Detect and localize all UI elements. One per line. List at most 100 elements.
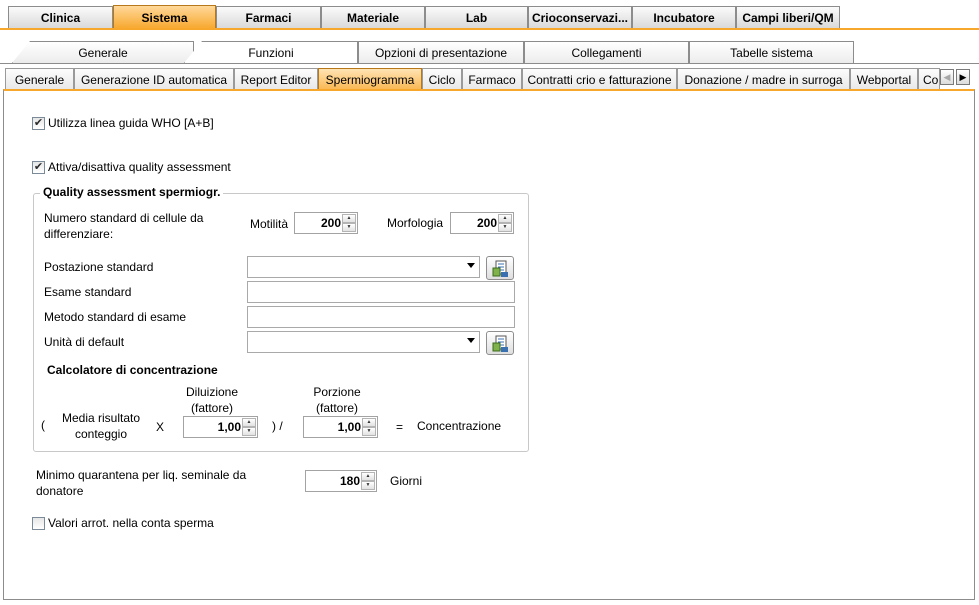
tab-label: Webportal: [856, 72, 912, 87]
tab-generale-section[interactable]: Generale: [12, 41, 194, 63]
exam-label: Esame standard: [44, 285, 132, 299]
tab-collegamenti[interactable]: Collegamenti: [524, 41, 689, 63]
stepper-arrows: ▲ ▼: [362, 418, 376, 436]
concentration-label: Concentrazione: [417, 419, 502, 433]
tab-clinica[interactable]: Clinica: [8, 6, 113, 28]
tab-label: Farmaco: [468, 72, 516, 87]
tab-label: Report Editor: [240, 72, 312, 87]
dilution-label-line2: (fattore): [190, 401, 233, 415]
tab-materiale[interactable]: Materiale: [321, 6, 425, 28]
stepper-arrows: ▲ ▼: [361, 472, 375, 490]
quality-assessment-checkbox[interactable]: ✔: [32, 161, 45, 174]
who-guideline-checkbox[interactable]: ✔: [32, 117, 45, 130]
quarantine-unit: Giorni: [390, 474, 423, 488]
tab-label: Contratti crio e fatturazione: [527, 72, 672, 87]
tab-label: Generale: [78, 45, 128, 60]
dilution-value: 1,00: [217, 420, 241, 434]
tab-farmaci[interactable]: Farmaci: [216, 6, 321, 28]
chevron-down-icon: [467, 263, 475, 268]
stepper-up-icon[interactable]: ▲: [342, 214, 356, 223]
tab-crioconservazione[interactable]: Crioconservazi...: [528, 6, 632, 28]
tab-donazione[interactable]: Donazione / madre in surroga: [677, 68, 850, 90]
method-field[interactable]: [247, 306, 515, 328]
tab-contratti-crio[interactable]: Contratti crio e fatturazione: [522, 68, 677, 90]
document-lookup-icon: [492, 335, 508, 352]
tab-overflow-co[interactable]: Co: [918, 68, 940, 90]
tab-label: Donazione / madre in surroga: [684, 72, 843, 87]
stepper-down-icon[interactable]: ▼: [342, 223, 356, 232]
stepper-up-icon[interactable]: ▲: [242, 418, 256, 427]
tab-label: Lab: [465, 10, 488, 25]
mean-count-label-line1: Media risultato: [61, 411, 141, 425]
unit-lookup-button[interactable]: [486, 331, 514, 355]
tab-incubatore[interactable]: Incubatore: [632, 6, 736, 28]
equals-sign: =: [396, 420, 404, 434]
stepper-arrows: ▲ ▼: [242, 418, 256, 436]
quarantine-stepper[interactable]: 180 ▲ ▼: [305, 470, 377, 492]
tab-lab[interactable]: Lab: [425, 6, 528, 28]
portion-label-line1: Porzione: [313, 385, 361, 399]
divide-sign: ) /: [272, 419, 283, 433]
motility-label: Motilità: [250, 217, 289, 231]
workstation-lookup-button[interactable]: [486, 256, 514, 280]
tab-label: Co: [923, 72, 939, 87]
tab-label: Generale: [14, 72, 65, 87]
checkmark-icon: ✔: [33, 117, 44, 129]
scroll-left-arrow-icon[interactable]: ◀: [940, 69, 954, 85]
dilution-stepper[interactable]: 1,00 ▲ ▼: [183, 416, 258, 438]
dilution-label-line1: Diluizione: [185, 385, 239, 399]
motility-stepper[interactable]: 200 ▲ ▼: [294, 212, 358, 234]
active-tab-underline: [0, 28, 979, 30]
stepper-up-icon[interactable]: ▲: [498, 214, 512, 223]
exam-field[interactable]: [247, 281, 515, 303]
tab-sistema[interactable]: Sistema: [113, 5, 216, 29]
tab-tabelle-sistema[interactable]: Tabelle sistema: [689, 41, 854, 63]
section-tab-divider: [0, 63, 979, 64]
unit-label: Unità di default: [44, 335, 125, 349]
open-paren: (: [41, 418, 45, 432]
rounded-values-checkbox[interactable]: [32, 517, 45, 530]
tab-funzioni[interactable]: Funzioni: [184, 41, 358, 63]
tab-generale[interactable]: Generale: [5, 68, 74, 90]
stepper-down-icon[interactable]: ▼: [242, 427, 256, 436]
tab-farmaco[interactable]: Farmaco: [462, 68, 522, 90]
calculator-title: Calcolatore di concentrazione: [47, 363, 218, 377]
quarantine-value: 180: [339, 474, 360, 488]
stepper-down-icon[interactable]: ▼: [362, 427, 376, 436]
stepper-arrows: ▲ ▼: [342, 214, 356, 232]
portion-label-line2: (fattore): [315, 401, 358, 415]
stepper-down-icon[interactable]: ▼: [498, 223, 512, 232]
tab-opzioni-presentazione[interactable]: Opzioni di presentazione: [358, 41, 524, 63]
stepper-up-icon[interactable]: ▲: [362, 418, 376, 427]
portion-stepper[interactable]: 1,00 ▲ ▼: [303, 416, 378, 438]
quarantine-label-line1: Minimo quarantena per liq. seminale da: [36, 468, 247, 482]
tab-generazione-id[interactable]: Generazione ID automatica: [74, 68, 234, 90]
stepper-arrows: ▲ ▼: [498, 214, 512, 232]
scroll-right-arrow-icon[interactable]: ▶: [956, 69, 970, 85]
quarantine-label-line2: donatore: [36, 484, 84, 498]
tab-label: Generazione ID automatica: [80, 72, 228, 87]
morphology-label: Morfologia: [387, 216, 444, 230]
tab-label: Incubatore: [653, 10, 715, 25]
tab-report-editor[interactable]: Report Editor: [234, 68, 318, 90]
tab-spermiogramma[interactable]: Spermiogramma: [318, 68, 422, 90]
tab-label: Materiale: [346, 10, 400, 25]
tab-ciclo[interactable]: Ciclo: [422, 68, 462, 90]
workstation-select[interactable]: [247, 256, 480, 278]
function-tab-bar: Generale Generazione ID automatica Repor…: [5, 68, 975, 90]
multiply-sign: X: [156, 420, 165, 434]
tab-label: Sistema: [141, 10, 188, 25]
tab-label: Collegamenti: [571, 45, 642, 60]
stepper-up-icon[interactable]: ▲: [361, 472, 375, 481]
mean-count-label-line2: conteggio: [74, 427, 128, 441]
rounded-values-label: Valori arrot. nella conta sperma: [48, 516, 214, 530]
stepper-down-icon[interactable]: ▼: [361, 481, 375, 490]
tab-label: Funzioni: [248, 45, 294, 60]
tab-label: Farmaci: [245, 10, 292, 25]
tab-webportal[interactable]: Webportal: [850, 68, 918, 90]
section-tab-bar: Generale Funzioni Opzioni di presentazio…: [0, 40, 979, 64]
unit-select[interactable]: [247, 331, 480, 353]
tab-campi-liberi-qm[interactable]: Campi liberi/QM: [736, 6, 840, 28]
module-tab-bar: Clinica Sistema Farmaci Materiale Lab Cr…: [0, 0, 979, 30]
morphology-stepper[interactable]: 200 ▲ ▼: [450, 212, 514, 234]
